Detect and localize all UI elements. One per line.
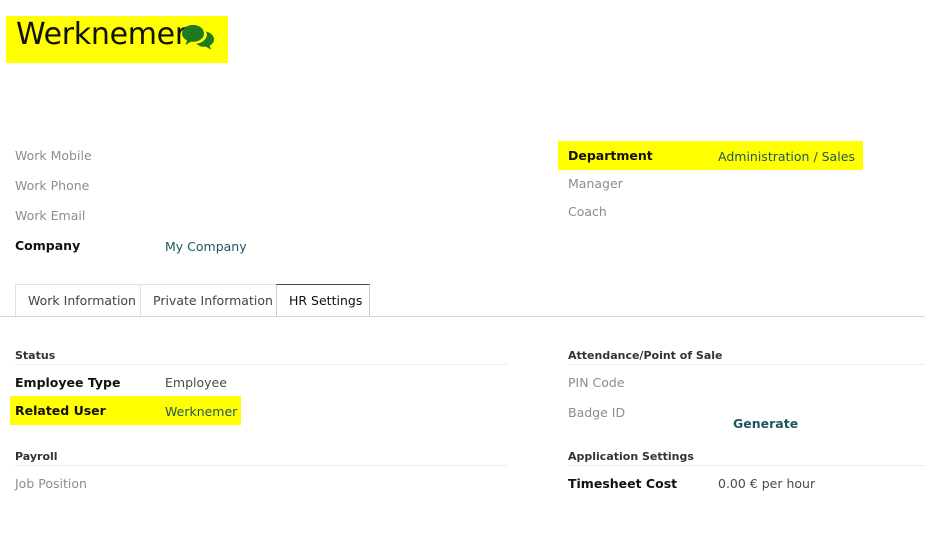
employee-name-title[interactable]: Werknemer: [16, 17, 187, 52]
tab-work-information[interactable]: Work Information: [15, 284, 141, 316]
generate-badge-button[interactable]: Generate: [733, 416, 798, 431]
timesheet-cost-label: Timesheet Cost: [568, 476, 678, 491]
work-email-label: Work Email: [15, 208, 86, 223]
status-section-title: Status: [15, 349, 56, 362]
chat-bubbles-icon[interactable]: [181, 23, 215, 51]
job-position-label: Job Position: [15, 476, 87, 491]
work-mobile-label: Work Mobile: [15, 148, 92, 163]
pin-code-label: PIN Code: [568, 375, 625, 390]
employee-type-field[interactable]: Employee: [165, 375, 227, 390]
application-settings-section-title: Application Settings: [568, 450, 694, 463]
status-separator: [15, 364, 507, 365]
department-field[interactable]: Administration / Sales: [718, 149, 855, 164]
related-user-field[interactable]: Werknemer: [165, 404, 237, 419]
tab-hr-settings[interactable]: HR Settings: [276, 284, 370, 317]
timesheet-cost-field[interactable]: 0.00 € per hour: [718, 476, 815, 491]
manager-label: Manager: [568, 176, 623, 191]
attendance-separator: [568, 364, 925, 365]
tab-private-information[interactable]: Private Information: [140, 284, 277, 316]
related-user-label: Related User: [15, 403, 106, 418]
work-phone-label: Work Phone: [15, 178, 90, 193]
application-settings-separator: [568, 465, 925, 466]
payroll-section-title: Payroll: [15, 450, 58, 463]
tabs-divider: [0, 316, 925, 317]
coach-label: Coach: [568, 204, 607, 219]
badge-id-label: Badge ID: [568, 405, 626, 420]
department-label: Department: [568, 148, 653, 163]
employee-type-label: Employee Type: [15, 375, 121, 390]
payroll-separator: [15, 465, 507, 466]
attendance-section-title: Attendance/Point of Sale: [568, 349, 723, 362]
company-field[interactable]: My Company: [165, 239, 247, 254]
company-label: Company: [15, 238, 81, 253]
